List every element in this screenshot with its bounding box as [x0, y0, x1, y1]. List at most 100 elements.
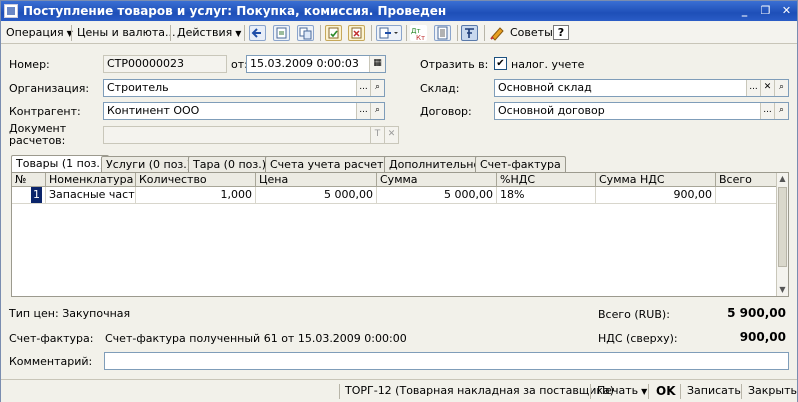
table-header: № Номенклатура Количество Цена Сумма %НД…	[12, 173, 778, 187]
counterparty-label: Контрагент:	[9, 105, 81, 118]
goods-table: № Номенклатура Количество Цена Сумма %НД…	[11, 172, 789, 297]
tax-accounting-label: налог. учете	[511, 58, 585, 71]
document-refresh-icon[interactable]	[273, 25, 290, 41]
search-icon[interactable]: ⌕	[774, 103, 788, 119]
comment-field[interactable]	[104, 352, 789, 370]
scroll-down-icon[interactable]: ▼	[777, 284, 788, 296]
tax-accounting-checkbox[interactable]: ✔	[494, 57, 507, 70]
comment-label: Комментарий:	[9, 355, 93, 368]
settlement-doc-label-line2: расчетов:	[9, 134, 66, 147]
close-icon[interactable]: ✕	[779, 4, 794, 18]
select-dots-icon[interactable]: ...	[746, 80, 760, 96]
separator	[339, 384, 340, 399]
tab-invoice[interactable]: Счет-фактура	[475, 156, 566, 172]
structure-icon[interactable]	[461, 25, 478, 41]
vertical-scrollbar[interactable]: ▲ ▼	[776, 173, 788, 296]
column-header[interactable]: %НДС	[497, 173, 596, 187]
select-dots-icon[interactable]: ...	[356, 80, 370, 96]
toolbar-separator	[484, 25, 485, 41]
clear-icon[interactable]: ✕	[760, 80, 774, 96]
unpost-document-icon[interactable]	[348, 25, 365, 41]
toolbar-separator	[320, 25, 321, 41]
select-dots-icon[interactable]: ...	[760, 103, 774, 119]
separator	[741, 384, 742, 399]
column-header[interactable]: Всего	[716, 173, 778, 187]
print-menu[interactable]: Печать ▼	[597, 384, 647, 397]
vat-value: 900,00	[739, 330, 786, 344]
help-button[interactable]: ?	[553, 25, 569, 40]
clear-icon[interactable]: ✕	[384, 127, 398, 143]
invoice-link[interactable]: Счет-фактура полученный 61 от 15.03.2009…	[105, 332, 407, 345]
price-cell[interactable]: 5 000,00	[256, 187, 377, 203]
document-icon	[4, 4, 18, 18]
select-dots-icon[interactable]: ...	[356, 103, 370, 119]
scroll-thumb[interactable]	[778, 187, 787, 267]
text-type-icon[interactable]: T	[370, 127, 384, 143]
actions-menu[interactable]: Действия ▼	[174, 24, 244, 42]
tab-settlement-accounts[interactable]: Счета учета расчетов	[265, 156, 402, 172]
total-cell[interactable]	[716, 187, 778, 203]
dt-kt-icon[interactable]: Дт Кт	[410, 25, 427, 42]
tab-additional[interactable]: Дополнительно	[384, 156, 486, 172]
tab-containers[interactable]: Тара (0 поз.)	[188, 156, 272, 172]
column-header[interactable]: Номенклатура	[46, 173, 136, 187]
save-button[interactable]: Записать	[687, 384, 741, 397]
column-header[interactable]: Сумма НДС	[596, 173, 716, 187]
total-value: 5 900,00	[727, 306, 786, 320]
search-icon[interactable]: ⌕	[370, 80, 384, 96]
scroll-up-icon[interactable]: ▲	[777, 173, 788, 185]
vat-sum-cell[interactable]: 900,00	[596, 187, 716, 203]
tab-goods[interactable]: Товары (1 поз.)	[11, 155, 110, 173]
calendar-icon[interactable]: ▦	[369, 56, 385, 72]
column-header[interactable]: Цена	[256, 173, 377, 187]
restore-icon[interactable]: ❐	[758, 4, 773, 18]
toolbar-separator	[457, 25, 458, 41]
toolbar: Операция ▼ Цены и валюта... Действия ▼ Дт К…	[1, 22, 797, 44]
report-icon[interactable]	[434, 25, 451, 41]
based-on-icon[interactable]	[376, 25, 402, 41]
title-bar[interactable]: Поступление товаров и услуг: Покупка, ко…	[1, 1, 797, 21]
invoice-label: Счет-фактура:	[9, 332, 94, 345]
prices-button[interactable]: Цены и валюта...	[74, 24, 178, 42]
svg-text:Кт: Кт	[416, 34, 425, 41]
bottom-bar: ТОРГ-12 (Товарная накладная за поставщик…	[1, 379, 797, 402]
search-icon[interactable]: ⌕	[370, 103, 384, 119]
vat-label: НДС (сверху):	[598, 332, 678, 345]
toolbar-separator	[244, 25, 245, 41]
torg12-button[interactable]: ТОРГ-12 (Товарная накладная за поставщик…	[345, 384, 614, 397]
copy-icon[interactable]	[297, 25, 314, 41]
vat-rate-cell[interactable]: 18%	[497, 187, 596, 203]
close-button[interactable]: Закрыть	[748, 384, 797, 397]
row-number-cell[interactable]: 1	[12, 187, 46, 203]
date-field[interactable]: 15.03.2009 0:00:03 ▦	[246, 55, 386, 73]
column-header[interactable]: Количество	[136, 173, 256, 187]
reflect-label: Отразить в:	[420, 58, 489, 71]
document-window: Поступление товаров и услуг: Покупка, ко…	[0, 0, 798, 402]
table-row[interactable]: 1 Запасные част... 1,000 5 000,00 5 000,…	[12, 187, 778, 204]
contract-label: Договор:	[420, 105, 472, 118]
ok-button[interactable]: OK	[656, 384, 676, 398]
contract-field[interactable]: Основной договор ... ⌕	[494, 102, 789, 120]
back-arrow-icon[interactable]	[249, 25, 266, 41]
warehouse-field[interactable]: Основной склад ... ✕ ⌕	[494, 79, 789, 97]
column-header[interactable]: №	[12, 173, 46, 187]
price-type-label[interactable]: Тип цен: Закупочная	[9, 307, 130, 320]
nomenclature-cell[interactable]: Запасные част...	[46, 187, 136, 203]
search-icon[interactable]: ⌕	[774, 80, 788, 96]
warehouse-label: Склад:	[420, 82, 460, 95]
operation-menu[interactable]: Операция ▼	[3, 24, 76, 42]
organization-field[interactable]: Строитель ... ⌕	[103, 79, 385, 97]
sum-cell[interactable]: 5 000,00	[377, 187, 497, 203]
quantity-cell[interactable]: 1,000	[136, 187, 256, 203]
tips-icon[interactable]	[489, 25, 506, 41]
number-field[interactable]: СТР00000023	[103, 55, 227, 73]
tips-button[interactable]: Советы	[507, 24, 556, 42]
settlement-doc-field[interactable]: T ✕	[103, 126, 399, 144]
toolbar-separator	[71, 25, 72, 41]
column-header[interactable]: Сумма	[377, 173, 497, 187]
post-document-icon[interactable]	[325, 25, 342, 41]
separator	[590, 384, 591, 399]
tab-services[interactable]: Услуги (0 поз.)	[101, 156, 197, 172]
counterparty-field[interactable]: Континент ООО ... ⌕	[103, 102, 385, 120]
minimize-icon[interactable]: _	[737, 4, 752, 18]
